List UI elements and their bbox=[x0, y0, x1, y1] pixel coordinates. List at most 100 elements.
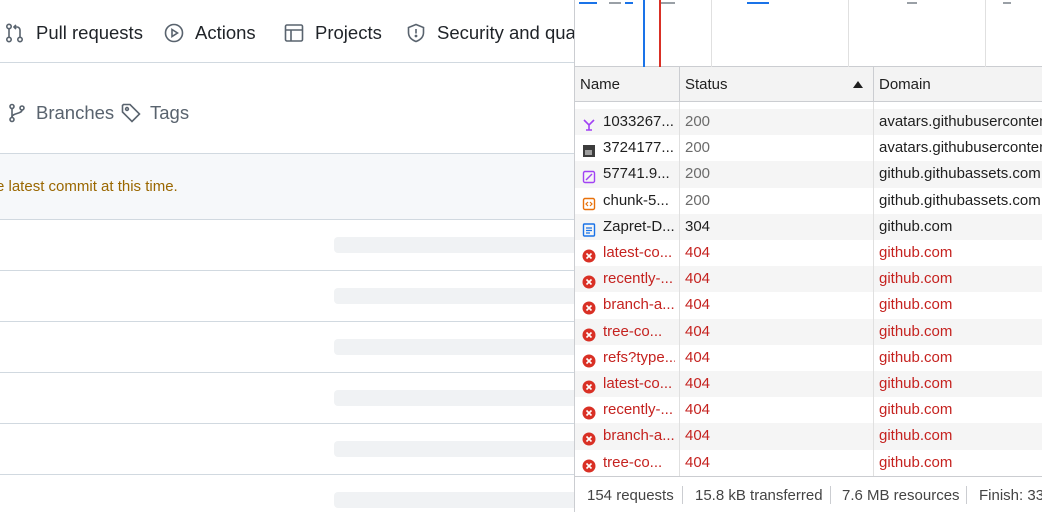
commit-notice-text: e latest commit at this time. bbox=[0, 178, 178, 195]
request-domain: github.com bbox=[879, 217, 953, 235]
loading-placeholder bbox=[334, 339, 575, 355]
request-name: 57741.9... bbox=[603, 165, 670, 183]
tab-projects-label: Projects bbox=[315, 22, 382, 43]
request-row[interactable]: recently-... 404 github.com bbox=[575, 266, 1042, 293]
tab-actions[interactable]: Actions bbox=[163, 20, 256, 46]
timeline-bar bbox=[907, 2, 917, 4]
finish-time: Finish: 33. bbox=[979, 487, 1042, 504]
loading-placeholder bbox=[334, 237, 575, 253]
loading-placeholder bbox=[334, 288, 575, 304]
request-name: latest-co... bbox=[603, 375, 673, 392]
file-row-skeleton bbox=[0, 220, 575, 271]
load-event-marker bbox=[659, 0, 661, 67]
branches-link[interactable]: Branches bbox=[6, 100, 114, 126]
timeline-gridline bbox=[711, 0, 712, 67]
shield-icon bbox=[407, 23, 425, 43]
git-pull-request-icon bbox=[5, 23, 24, 43]
timeline-bar bbox=[747, 2, 769, 4]
request-status: 200 bbox=[685, 191, 711, 209]
request-row[interactable]: 3724177... 200 avatars.githubuserconten bbox=[575, 135, 1042, 161]
commit-notice: e latest commit at this time. bbox=[0, 154, 575, 220]
request-row[interactable]: latest-co... 404 github.com bbox=[575, 371, 1042, 398]
error-icon bbox=[582, 377, 596, 394]
git-branch-icon bbox=[9, 103, 25, 123]
timeline-gridline bbox=[848, 0, 849, 67]
request-row[interactable]: refs?type... 404 github.com bbox=[575, 345, 1042, 371]
font-icon bbox=[582, 115, 596, 131]
request-status: 404 bbox=[685, 427, 711, 445]
divider bbox=[682, 486, 683, 504]
timeline-bar bbox=[609, 2, 621, 4]
request-domain: github.com bbox=[879, 348, 953, 366]
request-status: 404 bbox=[685, 348, 711, 366]
table-icon bbox=[284, 24, 304, 42]
request-status: 200 bbox=[685, 165, 711, 183]
divider bbox=[830, 486, 831, 504]
request-status: 404 bbox=[685, 322, 711, 340]
request-status: 404 bbox=[685, 453, 711, 471]
column-divider bbox=[873, 102, 874, 476]
timeline-gridline bbox=[985, 0, 986, 67]
request-domain: github.com bbox=[879, 427, 953, 445]
file-row-skeleton bbox=[0, 271, 575, 322]
network-summary-bar: 154 requests 15.8 kB transferred 7.6 MB … bbox=[575, 476, 1042, 512]
request-status: 404 bbox=[685, 296, 711, 314]
image-icon bbox=[582, 141, 596, 158]
request-domain: github.com bbox=[879, 375, 953, 392]
network-table-header: Name Status Domain bbox=[575, 67, 1042, 102]
play-circle-icon bbox=[164, 23, 184, 43]
request-status: 404 bbox=[685, 270, 711, 288]
request-status: 200 bbox=[685, 139, 711, 157]
request-status: 304 bbox=[685, 217, 711, 235]
request-row[interactable]: tree-co... 404 github.com bbox=[575, 318, 1042, 345]
network-overview-timeline[interactable] bbox=[575, 0, 1042, 67]
dom-content-loaded-marker bbox=[643, 0, 645, 67]
resources-size: 7.6 MB resources bbox=[842, 487, 960, 504]
tab-pull-requests[interactable]: Pull requests bbox=[4, 20, 143, 46]
tab-actions-label: Actions bbox=[195, 22, 256, 43]
column-header-name[interactable]: Name bbox=[575, 67, 679, 102]
request-domain: github.githubassets.com bbox=[879, 191, 1041, 209]
loading-placeholder bbox=[334, 390, 575, 406]
request-row[interactable]: 57741.9... 200 github.githubassets.com bbox=[575, 161, 1042, 188]
github-page: Pull requests Actions Projects Security … bbox=[0, 0, 575, 512]
request-row[interactable]: tree-co... 404 github.com bbox=[575, 450, 1042, 476]
stylesheet-icon bbox=[582, 167, 596, 184]
error-icon bbox=[582, 351, 596, 368]
request-row[interactable]: Zapret-D... 304 github.com bbox=[575, 213, 1042, 240]
column-header-status[interactable]: Status bbox=[680, 67, 873, 102]
request-row[interactable]: latest-co... 404 github.com bbox=[575, 240, 1042, 266]
request-row[interactable]: branch-a... 404 github.com bbox=[575, 292, 1042, 318]
file-row-skeleton bbox=[0, 322, 575, 373]
request-row[interactable]: recently-... 404 github.com bbox=[575, 397, 1042, 423]
tags-link[interactable]: Tags bbox=[120, 100, 189, 126]
tab-projects[interactable]: Projects bbox=[283, 20, 382, 46]
script-icon bbox=[582, 194, 596, 210]
request-domain: github.com bbox=[879, 244, 953, 261]
request-domain: avatars.githubuserconten bbox=[879, 139, 1042, 157]
file-row-skeleton bbox=[0, 373, 575, 424]
request-name: tree-co... bbox=[603, 322, 663, 340]
devtools-network-panel: Name Status Domain 1033267... 200 avatars.… bbox=[574, 0, 1042, 512]
request-row[interactable]: chunk-5... 200 github.githubassets.com bbox=[575, 188, 1042, 214]
request-row[interactable]: 1033267... 200 avatars.githubuserconten bbox=[575, 109, 1042, 136]
request-name: chunk-5... bbox=[603, 191, 669, 209]
tab-security[interactable]: Security and qual bbox=[405, 20, 575, 46]
request-status: 404 bbox=[685, 401, 711, 419]
column-header-domain[interactable]: Domain bbox=[874, 67, 1042, 102]
network-request-list: 1033267... 200 avatars.githubuserconten 372… bbox=[575, 102, 1042, 476]
divider bbox=[966, 486, 967, 504]
tags-label: Tags bbox=[150, 102, 190, 123]
repo-nav: Pull requests Actions Projects Security … bbox=[0, 0, 575, 63]
request-row[interactable]: branch-a... 404 github.com bbox=[575, 423, 1042, 450]
request-domain: github.com bbox=[879, 453, 953, 471]
error-icon bbox=[582, 456, 596, 473]
request-name: branch-a... bbox=[603, 296, 675, 314]
error-icon bbox=[582, 246, 596, 263]
request-name: recently-... bbox=[603, 401, 674, 419]
request-name: latest-co... bbox=[603, 244, 673, 261]
request-row[interactable] bbox=[575, 102, 1042, 109]
request-name: Zapret-D... bbox=[603, 217, 675, 235]
error-icon bbox=[582, 298, 596, 315]
request-domain: github.com bbox=[879, 296, 953, 314]
